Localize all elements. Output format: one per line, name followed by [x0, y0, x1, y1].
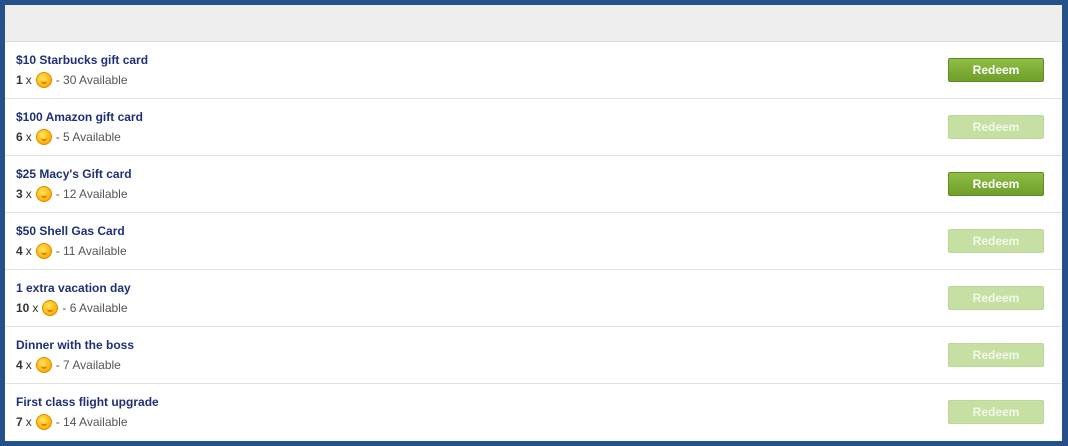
reward-availability: - 11 Available: [55, 244, 127, 258]
redeem-button[interactable]: Redeem: [948, 400, 1044, 424]
reward-availability: - 12 Available: [55, 187, 128, 201]
redeem-button[interactable]: Redeem: [948, 172, 1044, 196]
reward-meta: 4 x - 11 Available: [16, 243, 127, 259]
multiplier-sign: x: [25, 244, 32, 258]
coin-icon: [35, 72, 52, 88]
reward-cost: 1: [16, 73, 23, 87]
reward-title: 1 extra vacation day: [16, 281, 131, 295]
reward-title: $50 Shell Gas Card: [16, 224, 125, 238]
reward-availability: - 6 Available: [62, 301, 128, 315]
multiplier-sign: x: [32, 301, 39, 315]
reward-row: $50 Shell Gas Card 4 x - 11 Available Re…: [5, 213, 1062, 270]
multiplier-sign: x: [25, 187, 32, 201]
reward-cost: 7: [16, 415, 23, 429]
reward-title: Dinner with the boss: [16, 338, 135, 352]
reward-row: First class flight upgrade 7 x - 14 Avai…: [5, 384, 1062, 440]
reward-meta: 7 x - 14 Available: [16, 414, 128, 430]
reward-meta: 4 x - 7 Available: [16, 357, 121, 373]
rewards-panel: $10 Starbucks gift card 1 x - 30 Availab…: [5, 5, 1062, 441]
reward-cost: 3: [16, 187, 23, 201]
reward-meta: 6 x - 5 Available: [16, 129, 121, 145]
coin-icon: [35, 186, 52, 202]
redeem-button[interactable]: Redeem: [948, 229, 1044, 253]
reward-title: $100 Amazon gift card: [16, 110, 143, 124]
reward-availability: - 14 Available: [55, 415, 128, 429]
reward-title: First class flight upgrade: [16, 395, 159, 409]
reward-availability: - 30 Available: [55, 73, 128, 87]
reward-row: $100 Amazon gift card 6 x - 5 Available …: [5, 99, 1062, 156]
redeem-button[interactable]: Redeem: [948, 115, 1044, 139]
redeem-button[interactable]: Redeem: [948, 58, 1044, 82]
reward-row: $25 Macy's Gift card 3 x - 12 Available …: [5, 156, 1062, 213]
reward-row: Dinner with the boss 4 x - 7 Available R…: [5, 327, 1062, 384]
coin-icon: [35, 129, 52, 145]
reward-row: 1 extra vacation day 10 x - 6 Available …: [5, 270, 1062, 327]
multiplier-sign: x: [25, 73, 32, 87]
coin-icon: [35, 243, 52, 259]
multiplier-sign: x: [25, 358, 32, 372]
rewards-header: [5, 5, 1062, 42]
reward-availability: - 7 Available: [55, 358, 121, 372]
redeem-button[interactable]: Redeem: [948, 343, 1044, 367]
coin-icon: [42, 300, 59, 316]
reward-cost: 10: [16, 301, 30, 315]
reward-row: $10 Starbucks gift card 1 x - 30 Availab…: [5, 42, 1062, 99]
multiplier-sign: x: [25, 130, 32, 144]
reward-title: $10 Starbucks gift card: [16, 53, 149, 67]
reward-title: $25 Macy's Gift card: [16, 167, 132, 181]
coin-icon: [35, 357, 52, 373]
coin-icon: [35, 414, 52, 430]
reward-meta: 10 x - 6 Available: [16, 300, 128, 316]
reward-availability: - 5 Available: [55, 130, 121, 144]
reward-meta: 1 x - 30 Available: [16, 72, 128, 88]
reward-meta: 3 x - 12 Available: [16, 186, 128, 202]
reward-cost: 4: [16, 358, 23, 372]
reward-cost: 6: [16, 130, 23, 144]
redeem-button[interactable]: Redeem: [948, 286, 1044, 310]
reward-cost: 4: [16, 244, 23, 258]
multiplier-sign: x: [25, 415, 32, 429]
